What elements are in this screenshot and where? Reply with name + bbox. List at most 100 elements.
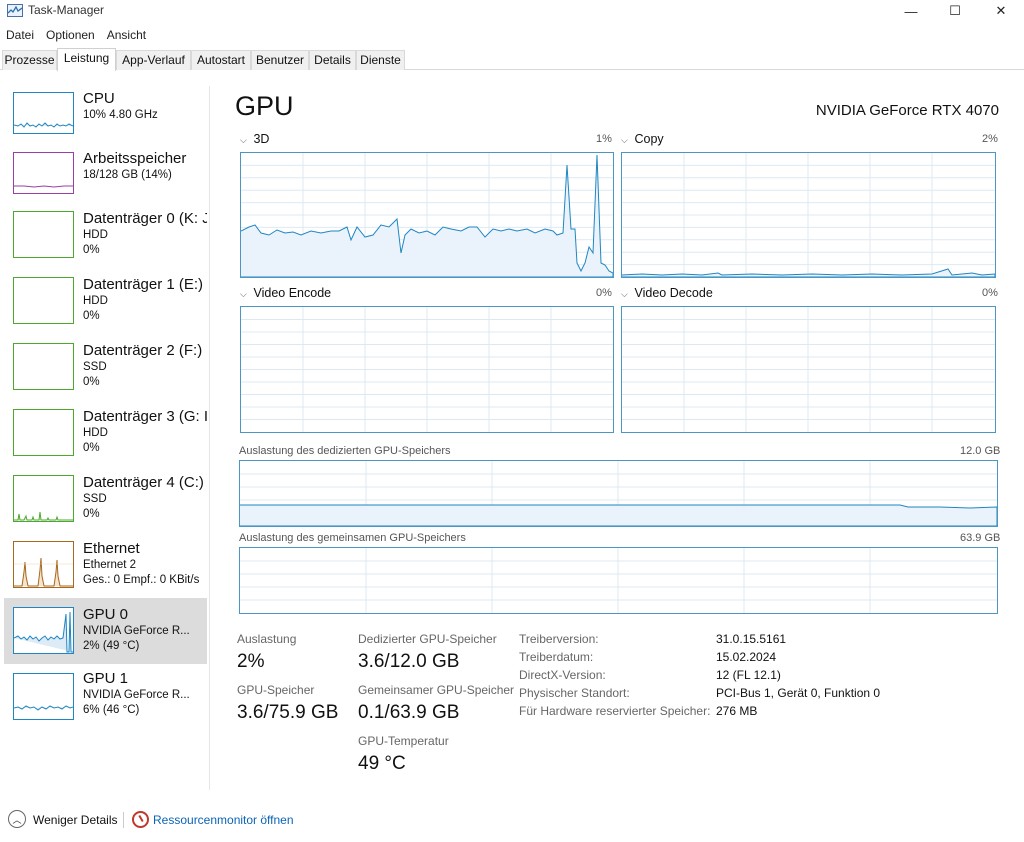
- sidebar-item-gpu-0[interactable]: GPU 0 NVIDIA GeForce R... 2% (49 °C): [4, 598, 207, 664]
- sidebar-item-memory[interactable]: Arbeitsspeicher 18/128 GB (14%): [4, 146, 207, 212]
- sidebar-item-title: CPU: [83, 90, 115, 107]
- sidebar-item-title: Datenträger 3 (G: I: [83, 408, 207, 425]
- tab-prozesse[interactable]: Prozesse: [2, 50, 57, 70]
- graph-shared-memory: [239, 547, 998, 614]
- sidebar-item-title: GPU 0: [83, 606, 129, 623]
- shared-memory-stat-label: Gemeinsamer GPU-Speicher: [358, 683, 515, 697]
- sidebar-item-disk-4[interactable]: Datenträger 4 (C:) SSD 0%: [4, 470, 207, 536]
- reserved-memory-value: 276 MB: [716, 704, 758, 718]
- window-title: Task-Manager: [28, 3, 105, 17]
- directx-version-key: DirectX-Version:: [519, 668, 606, 682]
- chevron-up-icon[interactable]: ︿: [8, 810, 26, 828]
- graph-dedicated-memory: [239, 460, 998, 527]
- sidebar-item-cpu[interactable]: CPU 10% 4.80 GHz: [4, 86, 207, 152]
- gpu-memory-value: 3.6/75.9 GB: [237, 702, 339, 723]
- ethernet-thumbnail-graph: [13, 541, 74, 588]
- maximize-button[interactable]: ☐: [932, 0, 978, 22]
- sidebar-item-throughput: Ges.: 0 Empf.: 0 KBit/s: [83, 574, 200, 586]
- performance-sidebar: CPU 10% 4.80 GHz Arbeitsspeicher 18/128 …: [0, 86, 210, 790]
- chevron-down-icon: ⌵: [240, 289, 247, 299]
- memory-thumbnail-graph: [13, 152, 74, 194]
- menu-optionen[interactable]: Optionen: [40, 26, 101, 44]
- engine-percent: 2%: [982, 133, 998, 145]
- sidebar-item-detail: 18/128 GB (14%): [83, 169, 172, 181]
- gpu-model-name: NVIDIA GeForce RTX 4070: [815, 102, 999, 119]
- sidebar-item-usage: 0%: [83, 376, 100, 388]
- disk-thumbnail-graph: [13, 277, 74, 324]
- engine-percent: 0%: [982, 287, 998, 299]
- physical-location-value: PCI-Bus 1, Gerät 0, Funktion 0: [716, 686, 881, 700]
- directx-version-value: 12 (FL 12.1): [716, 668, 781, 682]
- sidebar-item-type: HDD: [83, 427, 108, 439]
- tab-app-verlauf[interactable]: App-Verlauf: [116, 50, 191, 70]
- footer-divider: [123, 812, 124, 828]
- sidebar-item-title: Datenträger 0 (K: J: [83, 210, 207, 227]
- tab-dienste[interactable]: Dienste: [356, 50, 405, 70]
- engine-percent: 1%: [596, 133, 612, 145]
- sidebar-item-adapter: Ethernet 2: [83, 559, 137, 571]
- title-bar: Task-Manager — ☐ ✕: [0, 0, 1024, 22]
- sidebar-item-disk-2[interactable]: Datenträger 2 (F:) SSD 0%: [4, 338, 207, 404]
- footer-bar: ︿ Weniger Details Ressourcenmonitor öffn…: [0, 806, 1024, 834]
- menu-datei[interactable]: Datei: [0, 26, 40, 44]
- engine-label: Video Decode: [634, 286, 713, 300]
- resource-monitor-icon[interactable]: [132, 811, 149, 828]
- tab-autostart[interactable]: Autostart: [191, 50, 251, 70]
- utilization-value: 2%: [237, 651, 265, 672]
- sidebar-item-usage: 0%: [83, 310, 100, 322]
- engine-label: 3D: [253, 132, 270, 146]
- disk-thumbnail-graph: [13, 475, 74, 522]
- tab-benutzer[interactable]: Benutzer: [251, 50, 309, 70]
- temperature-value: 49 °C: [358, 753, 406, 774]
- engine-label: Video Encode: [253, 286, 332, 300]
- dedicated-memory-stat-label: Dedizierter GPU-Speicher: [358, 632, 497, 646]
- engine-selector-video-decode[interactable]: ⌵ Video Decode: [621, 286, 713, 300]
- sidebar-item-title: Datenträger 1 (E:): [83, 276, 204, 293]
- menu-bar: Datei Optionen Ansicht: [0, 26, 152, 44]
- dedicated-memory-max: 12.0 GB: [960, 445, 1001, 457]
- cpu-thumbnail-graph: [13, 92, 74, 134]
- tab-details[interactable]: Details: [309, 50, 356, 70]
- close-button[interactable]: ✕: [978, 0, 1024, 22]
- minimize-button[interactable]: —: [888, 0, 934, 22]
- sidebar-item-type: HDD: [83, 229, 108, 241]
- sidebar-item-disk-3[interactable]: Datenträger 3 (G: I HDD 0%: [4, 404, 207, 470]
- sidebar-item-type: SSD: [83, 361, 107, 373]
- graph-video-encode: [240, 306, 614, 433]
- graph-video-decode: [621, 306, 996, 433]
- sidebar-item-disk-1[interactable]: Datenträger 1 (E:) HDD 0%: [4, 272, 207, 338]
- dedicated-memory-stat-value: 3.6/12.0 GB: [358, 651, 460, 672]
- sidebar-item-type: SSD: [83, 493, 107, 505]
- temperature-label: GPU-Temperatur: [358, 734, 449, 748]
- driver-date-value: 15.02.2024: [716, 650, 777, 664]
- sidebar-item-ethernet[interactable]: Ethernet Ethernet 2 Ges.: 0 Empf.: 0 KBi…: [4, 536, 207, 602]
- sidebar-item-usage: 0%: [83, 442, 100, 454]
- engine-percent: 0%: [596, 287, 612, 299]
- chevron-down-icon: ⌵: [240, 135, 247, 145]
- sidebar-item-usage: 6% (46 °C): [83, 704, 140, 716]
- sidebar-item-title: Arbeitsspeicher: [83, 150, 187, 167]
- driver-version-value: 31.0.15.5161: [716, 632, 787, 646]
- task-manager-icon: [7, 4, 23, 17]
- tab-leistung[interactable]: Leistung: [57, 48, 116, 71]
- engine-selector-copy[interactable]: ⌵ Copy: [621, 132, 664, 146]
- sidebar-item-usage: 0%: [83, 508, 100, 520]
- sidebar-item-title: GPU 1: [83, 670, 129, 687]
- utilization-label: Auslastung: [237, 632, 297, 646]
- sidebar-item-disk-0[interactable]: Datenträger 0 (K: J HDD 0%: [4, 206, 207, 272]
- gpu-0-thumbnail-graph: [13, 607, 74, 654]
- sidebar-item-gpu-1[interactable]: GPU 1 NVIDIA GeForce R... 6% (46 °C): [4, 666, 207, 732]
- driver-date-key: Treiberdatum:: [519, 650, 594, 664]
- menu-ansicht[interactable]: Ansicht: [101, 26, 152, 44]
- sidebar-item-title: Datenträger 2 (F:): [83, 342, 203, 359]
- engine-selector-3d[interactable]: ⌵ 3D: [240, 132, 269, 146]
- sidebar-item-model: NVIDIA GeForce R...: [83, 625, 190, 637]
- graph-copy: [621, 152, 996, 278]
- gpu-1-thumbnail-graph: [13, 673, 74, 720]
- sidebar-item-usage: 2% (49 °C): [83, 640, 140, 652]
- tab-bar: Prozesse Leistung App-Verlauf Autostart …: [0, 48, 1024, 71]
- open-resource-monitor-link[interactable]: Ressourcenmonitor öffnen: [153, 813, 294, 827]
- fewer-details-button[interactable]: Weniger Details: [33, 813, 117, 827]
- engine-selector-video-encode[interactable]: ⌵ Video Encode: [240, 286, 331, 300]
- reserved-memory-key: Für Hardware reservierter Speicher:: [519, 704, 711, 718]
